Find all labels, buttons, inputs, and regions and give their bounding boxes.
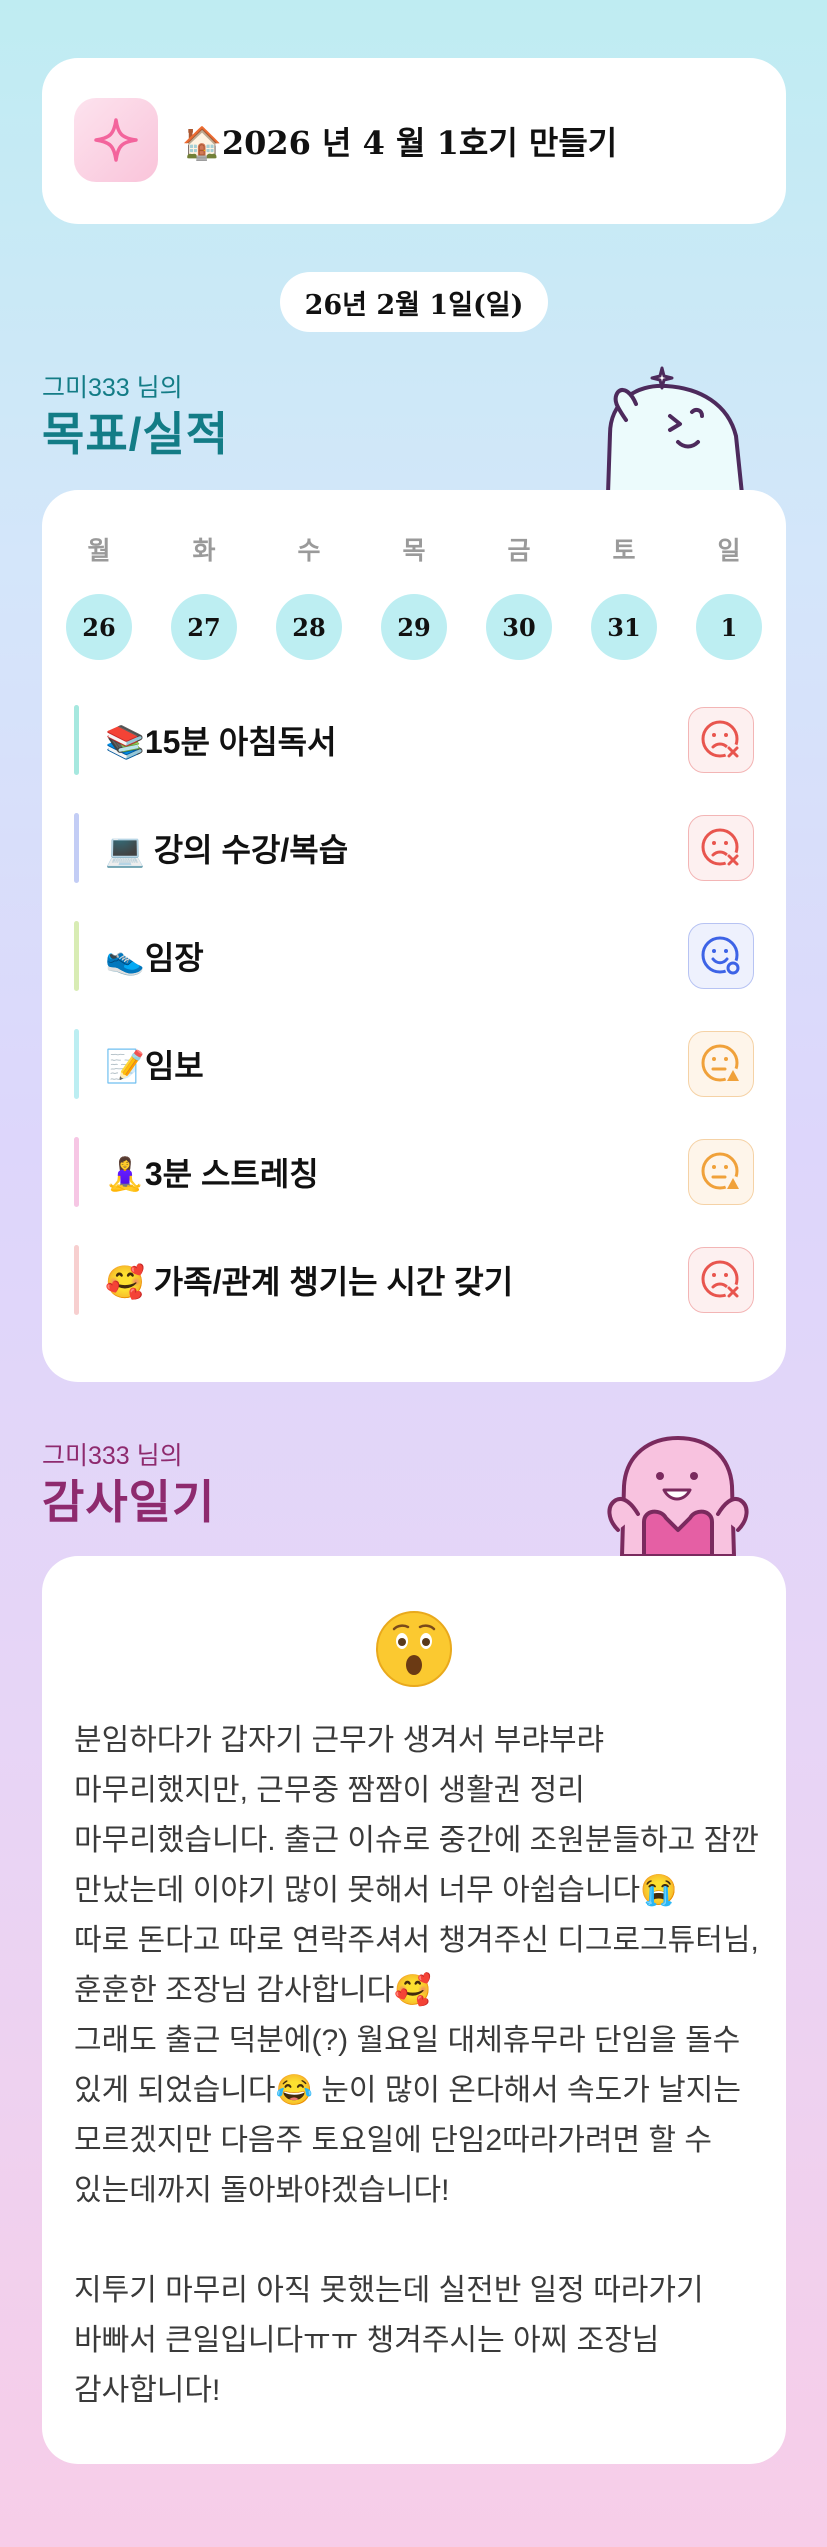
neutral-face-triangle-icon[interactable]: [688, 1031, 754, 1097]
day-name: 일: [717, 537, 741, 565]
sad-face-x-icon[interactable]: [688, 815, 754, 881]
day-name: 화: [192, 537, 216, 565]
goal-accent-bar: [74, 813, 79, 883]
gratitude-section-title: 감사일기: [42, 1476, 216, 1528]
day-name: 수: [297, 537, 321, 565]
week-day[interactable]: 월 26: [66, 534, 132, 660]
smile-face-check-icon[interactable]: [688, 923, 754, 989]
day-number: 1: [696, 594, 762, 660]
ghost-mascot: [596, 364, 756, 498]
sparkle-icon: [74, 98, 158, 182]
pink-mascot: [598, 1430, 758, 1560]
week-strip: 월 26 화 27 수 28 목 29 금 30 토 31 일 1: [66, 534, 762, 660]
goal-row: 📝임보: [74, 1029, 754, 1099]
goal-label: 💻 강의 수강/복습: [105, 832, 349, 868]
goal-row: 📚15분 아침독서: [74, 705, 754, 775]
goal-row: 💻 강의 수강/복습: [74, 813, 754, 883]
goal-accent-bar: [74, 1137, 79, 1207]
sad-face-x-icon[interactable]: [688, 707, 754, 773]
day-name: 금: [507, 537, 531, 565]
week-day[interactable]: 화 27: [171, 534, 237, 660]
day-number: 29: [381, 594, 447, 660]
week-day[interactable]: 목 29: [381, 534, 447, 660]
week-day[interactable]: 토 31: [591, 534, 657, 660]
neutral-face-triangle-icon[interactable]: [688, 1139, 754, 1205]
day-number: 26: [66, 594, 132, 660]
challenge-header-card: 🏠2026 년 4 월 1호기 만들기: [42, 58, 786, 224]
day-number: 31: [591, 594, 657, 660]
goal-accent-bar: [74, 921, 79, 991]
week-day[interactable]: 수 28: [276, 534, 342, 660]
goal-label: 📚15분 아침독서: [105, 724, 337, 760]
goal-accent-bar: [74, 705, 79, 775]
day-name: 목: [402, 537, 426, 565]
gratitude-journal-text: 분임하다가 갑자기 근무가 생겨서 부랴부랴 마무리했지만, 근무중 짬짬이 생…: [74, 1724, 759, 2407]
goal-row: 🥰 가족/관계 챙기는 시간 갖기: [74, 1245, 754, 1315]
astonished-face-icon: [373, 1608, 455, 1690]
date-selector[interactable]: 26년 2월 1일(일): [280, 272, 548, 332]
gratitude-card: 분임하다가 갑자기 근무가 생겨서 부랴부랴 마무리했지만, 근무중 짬짬이 생…: [42, 1556, 786, 2464]
sad-face-x-icon[interactable]: [688, 1247, 754, 1313]
goal-accent-bar: [74, 1029, 79, 1099]
goal-label: 🥰 가족/관계 챙기는 시간 갖기: [105, 1264, 514, 1300]
week-day[interactable]: 일 1: [696, 534, 762, 660]
goal-accent-bar: [74, 1245, 79, 1315]
goal-label: 🧘‍♀️3분 스트레칭: [105, 1156, 319, 1192]
goals-card: 월 26 화 27 수 28 목 29 금 30 토 31 일 1 📚15분 아…: [42, 490, 786, 1382]
challenge-title: 🏠2026 년 4 월 1호기 만들기: [182, 124, 618, 162]
day-name: 토: [612, 537, 636, 565]
day-name: 월: [87, 537, 111, 565]
goal-row: 👟임장: [74, 921, 754, 991]
goals-section-title: 목표/실적: [42, 408, 230, 460]
week-day[interactable]: 금 30: [486, 534, 552, 660]
goal-row: 🧘‍♀️3분 스트레칭: [74, 1137, 754, 1207]
goal-label: 👟임장: [105, 940, 204, 976]
day-number: 27: [171, 594, 237, 660]
day-number: 30: [486, 594, 552, 660]
day-number: 28: [276, 594, 342, 660]
goal-label: 📝임보: [105, 1048, 204, 1084]
